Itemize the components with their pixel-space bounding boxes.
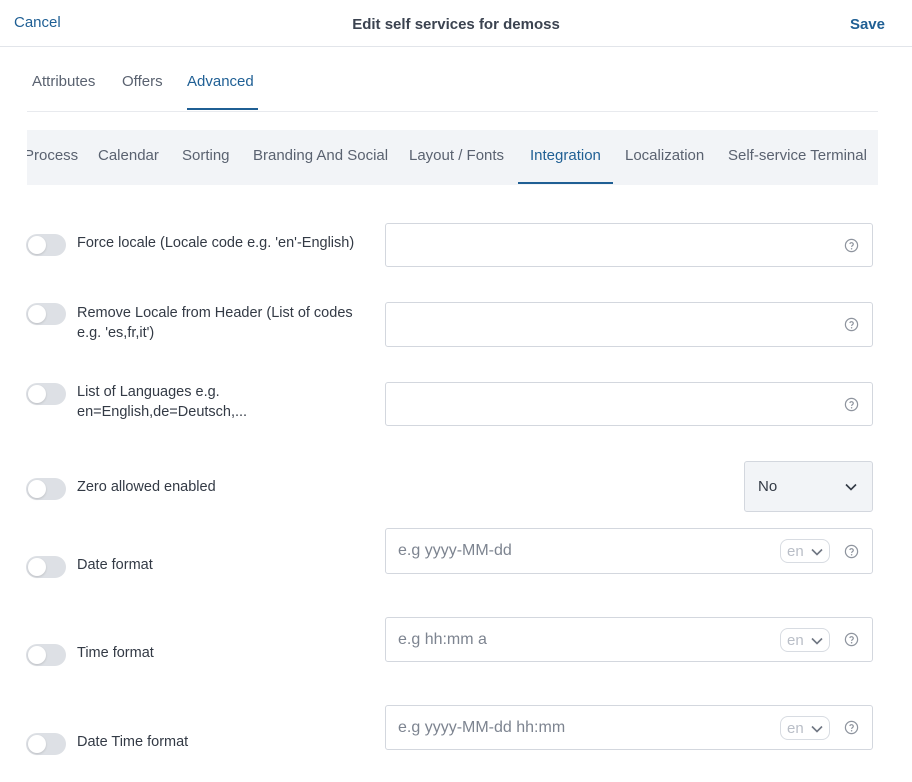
subtab-process[interactable]: Process <box>27 147 78 164</box>
date-time-format-toggle[interactable] <box>26 733 66 755</box>
help-circle-icon[interactable] <box>844 397 859 412</box>
languages-toggle[interactable] <box>26 383 66 405</box>
chevron-down-icon <box>811 548 823 556</box>
languages-label: List of Languages e.g. en=English,de=Deu… <box>77 384 248 420</box>
locale-select[interactable]: en <box>780 716 830 740</box>
tab-attributes[interactable]: Attributes <box>32 73 95 90</box>
modal-header: Cancel Edit self services for demoss Sav… <box>0 0 912 47</box>
help-circle-icon[interactable] <box>844 544 859 559</box>
force-locale-toggle[interactable] <box>26 234 66 256</box>
help-circle-icon[interactable] <box>844 317 859 332</box>
toggle-knob <box>28 385 46 403</box>
zero-allowed-toggle[interactable] <box>26 478 66 500</box>
tab-offers[interactable]: Offers <box>122 73 163 90</box>
date-format-toggle[interactable] <box>26 556 66 578</box>
zero-allowed-select-value: No <box>758 478 778 495</box>
subtab-calendar[interactable]: Calendar <box>98 147 159 164</box>
main-tabs: Attributes Offers Advanced <box>27 57 878 112</box>
locale-select-value: en <box>787 720 804 737</box>
locale-select-value: en <box>787 543 804 560</box>
remove-locale-field <box>385 302 873 347</box>
page-title: Edit self services for demoss <box>352 16 560 33</box>
locale-select[interactable]: en <box>780 539 830 563</box>
active-tab-indicator <box>187 108 258 110</box>
chevron-down-icon <box>811 725 823 733</box>
subtab-branding-and-social[interactable]: Branding And Social <box>253 147 388 164</box>
force-locale-input[interactable] <box>398 224 778 266</box>
toggle-knob <box>28 236 46 254</box>
locale-select[interactable]: en <box>780 628 830 652</box>
advanced-subtabs: Process Calendar Sorting Branding And So… <box>27 130 878 185</box>
date-time-format-field: en <box>385 705 873 750</box>
zero-allowed-select[interactable]: No <box>744 461 873 512</box>
help-circle-icon[interactable] <box>844 238 859 253</box>
remove-locale-label: Remove Locale from Header (List of codes… <box>77 305 353 341</box>
date-format-label: Date format <box>77 557 153 573</box>
subtab-localization[interactable]: Localization <box>625 147 704 164</box>
remove-locale-toggle[interactable] <box>26 303 66 325</box>
help-circle-icon[interactable] <box>844 632 859 647</box>
toggle-knob <box>28 480 46 498</box>
help-circle-icon[interactable] <box>844 720 859 735</box>
languages-field <box>385 382 873 426</box>
subtab-integration[interactable]: Integration <box>530 147 601 164</box>
chevron-down-icon <box>845 483 857 491</box>
date-format-input[interactable] <box>398 529 778 573</box>
toggle-knob <box>28 558 46 576</box>
languages-input[interactable] <box>398 383 778 425</box>
active-subtab-indicator <box>518 182 613 184</box>
toggle-knob <box>28 646 46 664</box>
date-time-format-label: Date Time format <box>77 734 189 750</box>
time-format-label: Time format <box>77 645 154 661</box>
subtab-self-service-terminal[interactable]: Self-service Terminal <box>728 147 867 164</box>
zero-allowed-label: Zero allowed enabled <box>77 479 216 495</box>
toggle-knob <box>28 735 46 753</box>
chevron-down-icon <box>811 637 823 645</box>
toggle-knob <box>28 305 46 323</box>
date-format-field: en <box>385 528 873 574</box>
force-locale-label: Force locale (Locale code e.g. 'en'-Engl… <box>77 235 355 251</box>
force-locale-field <box>385 223 873 267</box>
subtab-sorting[interactable]: Sorting <box>182 147 230 164</box>
tab-advanced[interactable]: Advanced <box>187 73 254 90</box>
time-format-toggle[interactable] <box>26 644 66 666</box>
subtab-layout-fonts[interactable]: Layout / Fonts <box>409 147 504 164</box>
locale-select-value: en <box>787 632 804 649</box>
remove-locale-input[interactable] <box>398 303 778 346</box>
save-button[interactable]: Save <box>850 16 885 33</box>
time-format-field: en <box>385 617 873 662</box>
date-time-format-input[interactable] <box>398 706 778 749</box>
time-format-input[interactable] <box>398 618 778 661</box>
